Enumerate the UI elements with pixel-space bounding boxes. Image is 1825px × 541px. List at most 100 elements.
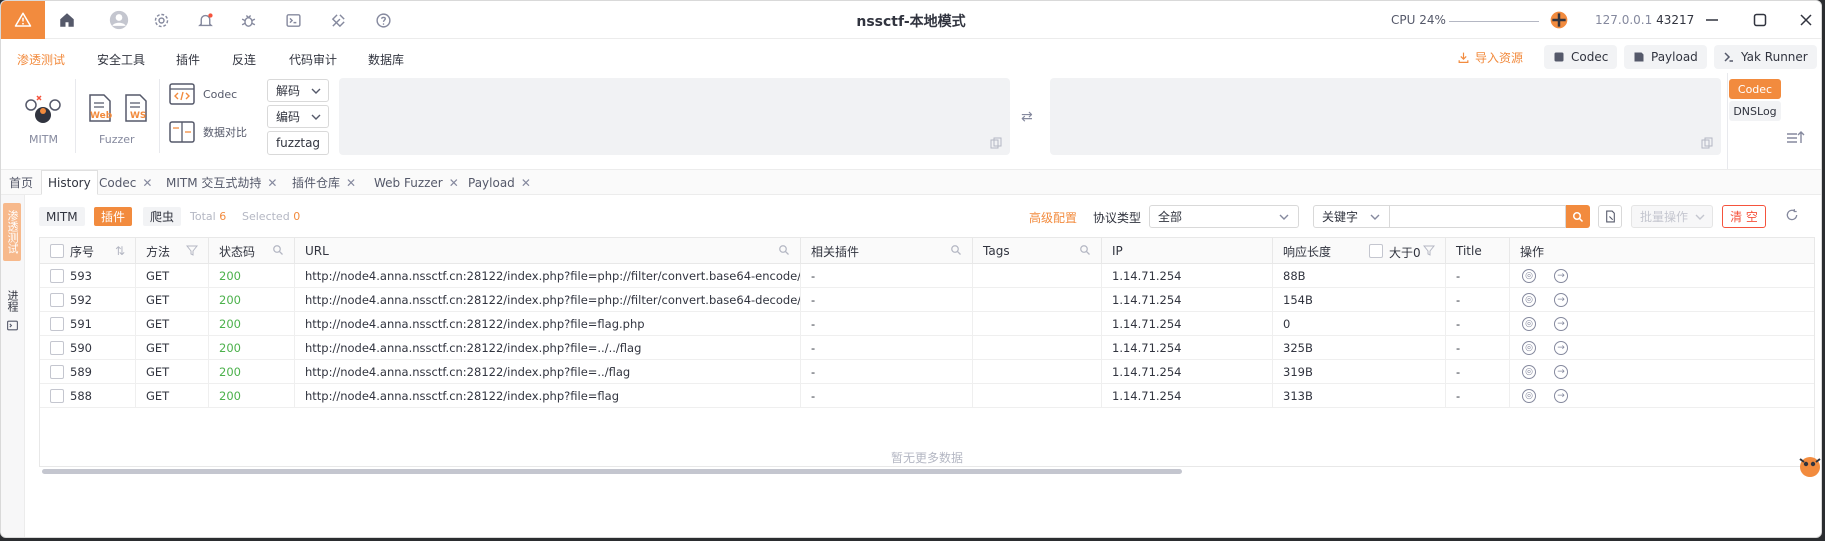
tab-web-fuzzer[interactable]: Web Fuzzer ✕ bbox=[374, 170, 459, 195]
copy-icon[interactable] bbox=[1701, 137, 1713, 149]
menu-code-audit[interactable]: 代码审计 bbox=[289, 51, 337, 68]
open-in-browser-icon[interactable]: ◎ bbox=[1522, 365, 1536, 379]
side-codec-tab[interactable]: Codec bbox=[1729, 79, 1781, 99]
ws-fuzzer-tool[interactable]: WS bbox=[123, 93, 149, 123]
table-row[interactable]: 589 GET 200 http://node4.anna.nssctf.cn:281… bbox=[40, 360, 1814, 384]
export-button[interactable] bbox=[1598, 205, 1622, 228]
filter-icon[interactable] bbox=[186, 244, 198, 256]
terminal-icon[interactable] bbox=[6, 319, 19, 332]
side-tab-process[interactable]: 进程 bbox=[3, 285, 21, 317]
user-avatar-icon[interactable] bbox=[109, 10, 129, 30]
open-in-browser-icon[interactable]: ◎ bbox=[1522, 341, 1536, 355]
warning-button[interactable] bbox=[1, 1, 45, 39]
row-checkbox[interactable] bbox=[50, 365, 64, 379]
menu-database[interactable]: 数据库 bbox=[368, 51, 404, 68]
web-fuzzer-tool[interactable]: Web bbox=[87, 93, 113, 123]
search-icon[interactable] bbox=[272, 244, 284, 256]
close-icon[interactable]: ✕ bbox=[346, 176, 356, 190]
tab-history[interactable]: History bbox=[41, 170, 98, 195]
open-in-browser-icon[interactable]: ◎ bbox=[1522, 269, 1536, 283]
codec-output-area[interactable] bbox=[1050, 78, 1721, 155]
filter-chip-crawler[interactable]: 爬虫 bbox=[143, 207, 182, 226]
row-checkbox[interactable] bbox=[50, 341, 64, 355]
codec-tool[interactable]: Codec bbox=[169, 83, 237, 105]
send-arrow-icon[interactable]: → bbox=[1554, 389, 1568, 403]
search-icon[interactable] bbox=[778, 244, 790, 256]
tab-mitm[interactable]: MITM 交互式劫持 ✕ bbox=[166, 170, 277, 195]
close-icon[interactable]: ✕ bbox=[267, 176, 277, 190]
table-row[interactable]: 593 GET 200 http://node4.anna.nssctf.cn:281… bbox=[40, 264, 1814, 288]
row-checkbox[interactable] bbox=[50, 269, 64, 283]
send-arrow-icon[interactable]: → bbox=[1554, 341, 1568, 355]
yak-mascot-icon[interactable] bbox=[1796, 451, 1822, 481]
search-input[interactable] bbox=[1390, 205, 1566, 228]
greater-than-zero-checkbox[interactable] bbox=[1369, 244, 1383, 258]
data-compare-tool[interactable]: 数据对比 bbox=[169, 121, 247, 143]
header-id[interactable]: 序号 ⇅ bbox=[40, 238, 136, 264]
close-window-icon[interactable] bbox=[1795, 9, 1817, 31]
tab-plugin-store[interactable]: 插件仓库 ✕ bbox=[292, 170, 356, 195]
menu-pentest[interactable]: 渗透测试 bbox=[17, 51, 65, 68]
menu-security-tools[interactable]: 安全工具 bbox=[97, 51, 145, 68]
close-icon[interactable]: ✕ bbox=[449, 176, 459, 190]
swap-icon[interactable]: ⇄ bbox=[1021, 109, 1033, 125]
side-tab-pentest[interactable]: 渗透测试 bbox=[3, 203, 21, 261]
codec-shortcut-button[interactable]: Codec bbox=[1544, 45, 1618, 69]
terminal-icon[interactable] bbox=[283, 10, 303, 30]
codec-input-area[interactable] bbox=[339, 78, 1010, 155]
menu-plugins[interactable]: 插件 bbox=[176, 51, 200, 68]
open-in-browser-icon[interactable]: ◎ bbox=[1522, 293, 1536, 307]
menu-reverse[interactable]: 反连 bbox=[232, 51, 256, 68]
tab-codec[interactable]: Codec ✕ bbox=[99, 170, 152, 195]
keyword-select[interactable]: 关键字 bbox=[1313, 205, 1390, 228]
send-arrow-icon[interactable]: → bbox=[1554, 293, 1568, 307]
import-resources-button[interactable]: 导入资源 bbox=[1457, 49, 1523, 66]
row-checkbox[interactable] bbox=[50, 389, 64, 403]
send-arrow-icon[interactable]: → bbox=[1554, 269, 1568, 283]
filter-chip-plugin[interactable]: 插件 bbox=[94, 207, 133, 226]
notification-bell-icon[interactable] bbox=[195, 10, 215, 30]
table-row[interactable]: 591 GET 200 http://node4.anna.nssctf.cn:281… bbox=[40, 312, 1814, 336]
protocol-type-select[interactable]: 全部 bbox=[1149, 205, 1299, 228]
row-checkbox[interactable] bbox=[50, 317, 64, 331]
minimize-icon[interactable] bbox=[1701, 9, 1723, 31]
yak-engine-icon[interactable] bbox=[1549, 10, 1569, 30]
settings-gear-icon[interactable] bbox=[151, 10, 171, 30]
horizontal-scrollbar[interactable] bbox=[42, 469, 1182, 474]
tools-icon[interactable] bbox=[328, 10, 348, 30]
maximize-icon[interactable] bbox=[1749, 9, 1771, 31]
clear-button[interactable]: 清 空 bbox=[1722, 205, 1766, 228]
search-icon[interactable] bbox=[1079, 244, 1091, 256]
yak-runner-button[interactable]: Yak Runner bbox=[1714, 45, 1817, 69]
collapse-icon[interactable] bbox=[1785, 129, 1805, 147]
select-all-checkbox[interactable] bbox=[50, 244, 64, 258]
row-checkbox[interactable] bbox=[50, 293, 64, 307]
refresh-icon[interactable] bbox=[1785, 208, 1799, 225]
mitm-tool[interactable] bbox=[23, 91, 63, 129]
fuzztag-button[interactable]: fuzztag bbox=[267, 131, 329, 155]
help-icon[interactable] bbox=[373, 10, 393, 30]
tab-payload[interactable]: Payload ✕ bbox=[468, 170, 531, 195]
open-in-browser-icon[interactable]: ◎ bbox=[1522, 317, 1536, 331]
table-row[interactable]: 590 GET 200 http://node4.anna.nssctf.cn:281… bbox=[40, 336, 1814, 360]
open-in-browser-icon[interactable]: ◎ bbox=[1522, 389, 1536, 403]
close-icon[interactable]: ✕ bbox=[521, 176, 531, 190]
payload-shortcut-button[interactable]: Payload bbox=[1624, 45, 1707, 69]
side-dnslog-tab[interactable]: DNSLog bbox=[1729, 101, 1781, 121]
close-icon[interactable]: ✕ bbox=[142, 176, 152, 190]
filter-icon[interactable] bbox=[1423, 244, 1435, 256]
advanced-config-link[interactable]: 高级配置 bbox=[1029, 209, 1077, 226]
encode-select[interactable]: 编码 bbox=[267, 105, 329, 128]
table-row[interactable]: 588 GET 200 http://node4.anna.nssctf.cn:281… bbox=[40, 384, 1814, 408]
home-icon[interactable] bbox=[57, 10, 77, 30]
decode-select[interactable]: 解码 bbox=[267, 79, 329, 102]
batch-operation-button[interactable]: 批量操作 bbox=[1631, 205, 1713, 228]
send-arrow-icon[interactable]: → bbox=[1554, 317, 1568, 331]
search-icon[interactable] bbox=[950, 244, 962, 256]
copy-icon[interactable] bbox=[990, 137, 1002, 149]
search-button[interactable] bbox=[1566, 205, 1590, 228]
table-row[interactable]: 592 GET 200 http://node4.anna.nssctf.cn:281… bbox=[40, 288, 1814, 312]
bug-icon[interactable] bbox=[238, 10, 258, 30]
filter-chip-mitm[interactable]: MITM bbox=[39, 207, 85, 226]
tab-home[interactable]: 首页 bbox=[9, 170, 33, 195]
